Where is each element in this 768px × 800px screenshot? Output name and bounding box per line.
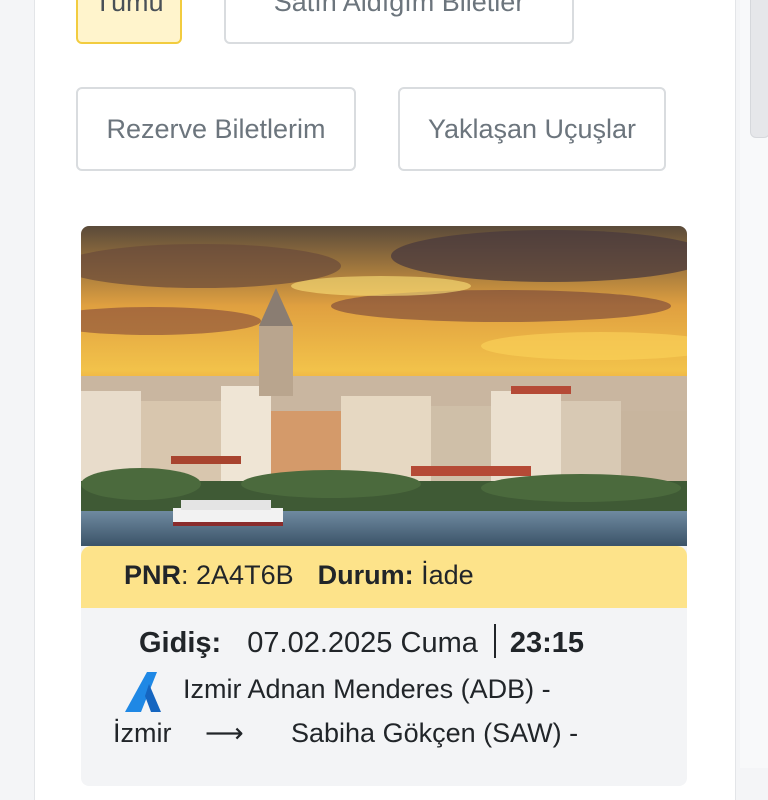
filter-reserved-button[interactable]: Rezerve Biletlerim [76, 87, 356, 171]
origin-city: İzmir [113, 718, 172, 748]
destination-image [81, 226, 687, 546]
pnr-label: PNR [124, 560, 182, 590]
status-value: İade [421, 560, 474, 590]
departure-line: Gidiş: 07.02.2025 Cuma 23:15 [139, 624, 584, 660]
filter-upcoming-button[interactable]: Yaklaşan Uçuşlar [398, 87, 666, 171]
arrow-right-icon: ⟶ [205, 718, 244, 748]
departure-time: 23:15 [509, 627, 585, 659]
separator [493, 624, 496, 658]
destination-airport: Sabiha Gökçen (SAW) - [291, 718, 579, 748]
departure-date: 07.02.2025 Cuma [247, 627, 478, 659]
airline-logo-icon [125, 672, 161, 712]
origin-airport: Izmir Adnan Menderes (ADB) - [183, 674, 551, 704]
departure-label: Gidiş: [139, 627, 222, 659]
scrollbar-thumb[interactable] [750, 0, 768, 138]
pnr-value: 2A4T6B [196, 560, 294, 590]
pnr-status-bar: PNR: 2A4T6B Durum: İade [81, 546, 687, 608]
status-label: Durum: [317, 560, 414, 590]
filter-purchased-button[interactable]: Satın Aldığım Biletler [224, 0, 574, 44]
filter-all-button[interactable]: Tümü [76, 0, 182, 44]
ticket-card[interactable]: PNR: 2A4T6B Durum: İade Gidiş: 07.02.2025… [81, 226, 687, 786]
scrollbar[interactable] [740, 0, 768, 768]
